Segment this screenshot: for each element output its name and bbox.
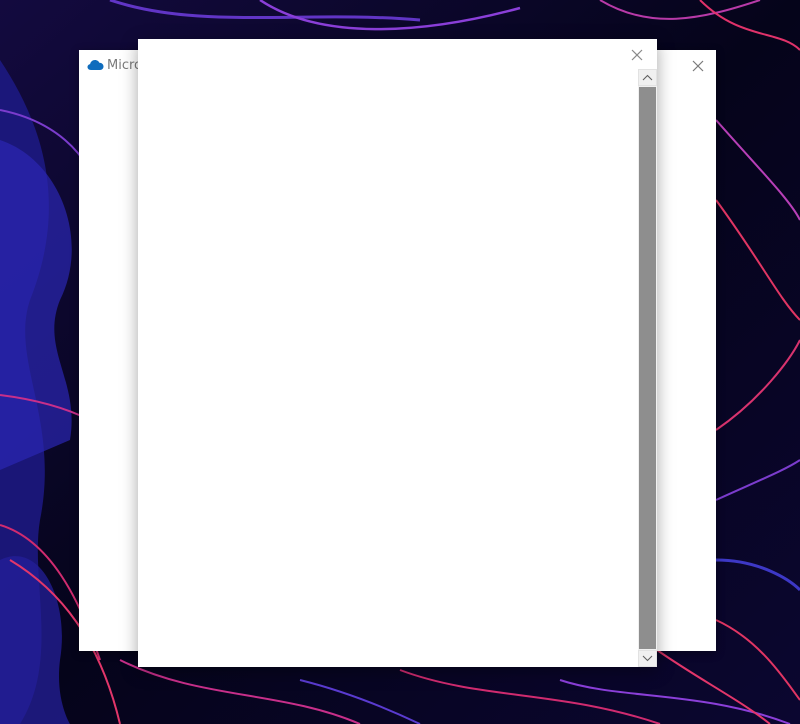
vertical-scrollbar[interactable]: [638, 69, 657, 667]
dialog-window: [138, 39, 657, 667]
scrollbar-thumb[interactable]: [639, 87, 656, 649]
scroll-up-button[interactable]: [638, 69, 657, 86]
scroll-down-button[interactable]: [638, 650, 657, 667]
chevron-up-icon: [642, 74, 653, 81]
desktop: Microsoft OneDrive: [0, 0, 800, 724]
onedrive-cloud-icon: [87, 60, 104, 70]
dialog-content-area: [138, 69, 638, 667]
chevron-down-icon: [642, 655, 653, 662]
close-icon[interactable]: [629, 47, 645, 63]
close-icon[interactable]: [688, 56, 708, 76]
